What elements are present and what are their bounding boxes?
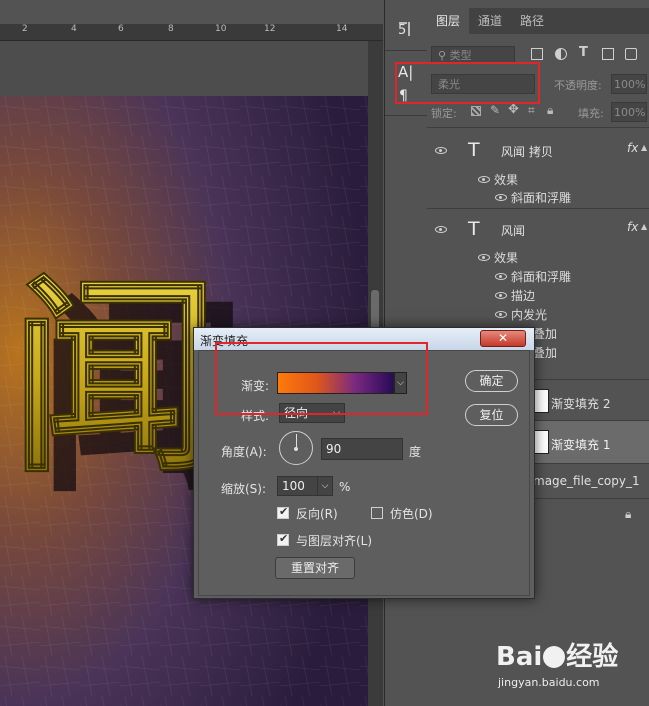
image-filter-icon[interactable] xyxy=(531,48,543,60)
layer-name[interactable]: 风闻 xyxy=(501,222,525,239)
shape-filter-icon[interactable] xyxy=(602,48,614,60)
ok-button[interactable]: 确定 xyxy=(465,370,518,392)
tab-channels[interactable]: 通道 xyxy=(469,8,511,34)
collapse-arrow-icon[interactable]: ▲ xyxy=(641,143,647,152)
smart-object-filter-icon[interactable] xyxy=(625,48,637,60)
type-filter-icon[interactable]: T xyxy=(579,45,588,60)
visibility-eye-icon[interactable] xyxy=(435,147,447,154)
svg-text:5: 5 xyxy=(398,23,406,38)
effect-item[interactable]: 斜面和浮雕 xyxy=(511,189,571,206)
layer-name[interactable]: 渐变填充 1 xyxy=(551,436,610,453)
visibility-eye-icon[interactable] xyxy=(435,226,447,233)
glyph-text: 闻 xyxy=(10,256,220,501)
annotation-highlight-box xyxy=(215,342,428,415)
text-layer-icon: T xyxy=(468,218,480,240)
angle-unit: 度 xyxy=(409,445,422,459)
layer-name[interactable]: 渐变填充 2 xyxy=(551,395,610,412)
reverse-label[interactable]: 反向(R) xyxy=(296,505,338,522)
dither-checkbox[interactable] xyxy=(371,507,383,519)
dither-label[interactable]: 仿色(D) xyxy=(390,505,433,522)
watermark-brand-text: Bai xyxy=(496,642,543,672)
scale-unit: % xyxy=(339,480,351,494)
ruler-tick: 4 xyxy=(71,24,77,34)
visibility-eye-icon[interactable] xyxy=(478,254,490,261)
filter-label: 类型 xyxy=(449,49,472,62)
reset-align-button[interactable]: 重置对齐 xyxy=(275,557,355,579)
angle-dial-center xyxy=(294,447,298,451)
angle-label: 角度(A): xyxy=(221,445,267,459)
adjustment-filter-icon[interactable] xyxy=(555,48,567,60)
search-icon: ⚲ xyxy=(438,49,450,62)
divider xyxy=(385,50,427,51)
paw-logo-icon xyxy=(543,646,566,668)
fill-label: 填充: xyxy=(578,107,604,120)
effects-label: 效果 xyxy=(494,251,519,265)
ruler-tick: 8 xyxy=(168,24,174,34)
effect-item[interactable]: 内发光 xyxy=(511,306,547,323)
layer-mask-thumbnail[interactable] xyxy=(533,389,549,413)
annotation-highlight-box xyxy=(395,62,540,104)
panel-tabs: 图层 通道 路径 xyxy=(427,8,649,34)
align-with-layer-label[interactable]: 与图层对齐(L) xyxy=(296,532,372,549)
lock-label: 锁定: xyxy=(431,107,457,120)
visibility-eye-icon[interactable] xyxy=(495,273,507,280)
divider xyxy=(385,115,427,116)
chevron-down-icon[interactable]: ⌵ xyxy=(317,477,332,495)
scale-value: 100 xyxy=(282,479,305,493)
angle-field[interactable]: 90 xyxy=(321,438,403,460)
canvas-background xyxy=(0,41,368,96)
lock-artboard-icon[interactable]: ⌗ xyxy=(528,103,535,118)
ruler-tick: 6 xyxy=(118,24,124,34)
lock-position-icon[interactable]: ✥ xyxy=(508,102,519,117)
ruler-tick: 10 xyxy=(215,24,227,34)
align-with-layer-checkbox[interactable]: ✔ xyxy=(277,532,289,546)
fx-icon[interactable]: fx xyxy=(627,141,638,155)
layer-mask-thumbnail[interactable] xyxy=(533,430,549,454)
baidu-jingyan-watermark: Bai 经验 jingyan.baidu.com xyxy=(496,636,646,696)
text-warp-icon[interactable]: 5 xyxy=(397,20,415,38)
reverse-checkbox[interactable]: ✔ xyxy=(277,505,289,519)
effects-label: 效果 xyxy=(494,173,519,187)
visibility-eye-icon[interactable] xyxy=(495,292,507,299)
layer-name[interactable]: mage_file_copy_1 xyxy=(533,474,640,488)
tab-paths[interactable]: 路径 xyxy=(511,8,553,34)
fill-field[interactable]: 100% xyxy=(611,102,647,122)
ruler-tick: 2 xyxy=(22,24,28,34)
watermark-url: jingyan.baidu.com xyxy=(498,676,600,689)
visibility-eye-icon[interactable] xyxy=(495,311,507,318)
layer-row[interactable]: T 风闻 拷贝 fx ▲ 效果 斜面和浮雕 xyxy=(427,128,649,208)
fx-icon[interactable]: fx xyxy=(627,220,638,234)
reset-button[interactable]: 复位 xyxy=(465,404,518,426)
scrollbar-thumb[interactable] xyxy=(371,290,379,330)
collapse-arrow-icon[interactable]: ▲ xyxy=(641,222,647,231)
opacity-label: 不透明度: xyxy=(554,79,602,92)
layer-name[interactable]: 风闻 拷贝 xyxy=(501,143,553,160)
watermark-brand: Bai 经验 xyxy=(496,636,618,673)
effect-item[interactable]: 叠加 xyxy=(533,344,557,361)
angle-dial[interactable] xyxy=(279,431,313,465)
ruler-tick: 14 xyxy=(336,24,348,34)
text-layer-icon: T xyxy=(468,139,480,161)
document-tab-bar xyxy=(0,0,383,24)
scale-label: 缩放(S): xyxy=(221,482,267,496)
horizontal-ruler: 2 4 6 8 10 12 14 xyxy=(0,24,383,41)
lock-transparent-icon[interactable] xyxy=(471,106,481,116)
tab-layers[interactable]: 图层 xyxy=(427,8,470,34)
effect-item[interactable]: 描边 xyxy=(511,287,535,304)
opacity-field[interactable]: 100% xyxy=(611,74,647,94)
visibility-eye-icon[interactable] xyxy=(478,176,490,183)
watermark-brand-text-2: 经验 xyxy=(566,642,619,672)
visibility-eye-icon[interactable] xyxy=(495,194,507,201)
scale-field[interactable]: 100 ⌵ xyxy=(277,476,333,496)
lock-icon: 🔒︎ xyxy=(625,507,632,521)
lock-pixels-icon[interactable]: ✎ xyxy=(490,103,500,117)
ruler-tick: 12 xyxy=(264,24,276,34)
effect-item[interactable]: 斜面和浮雕 xyxy=(511,268,571,285)
close-icon[interactable]: ✕ xyxy=(480,330,526,347)
lock-all-icon[interactable]: 🔒︎ xyxy=(547,103,553,118)
effect-item[interactable]: 叠加 xyxy=(533,325,557,342)
